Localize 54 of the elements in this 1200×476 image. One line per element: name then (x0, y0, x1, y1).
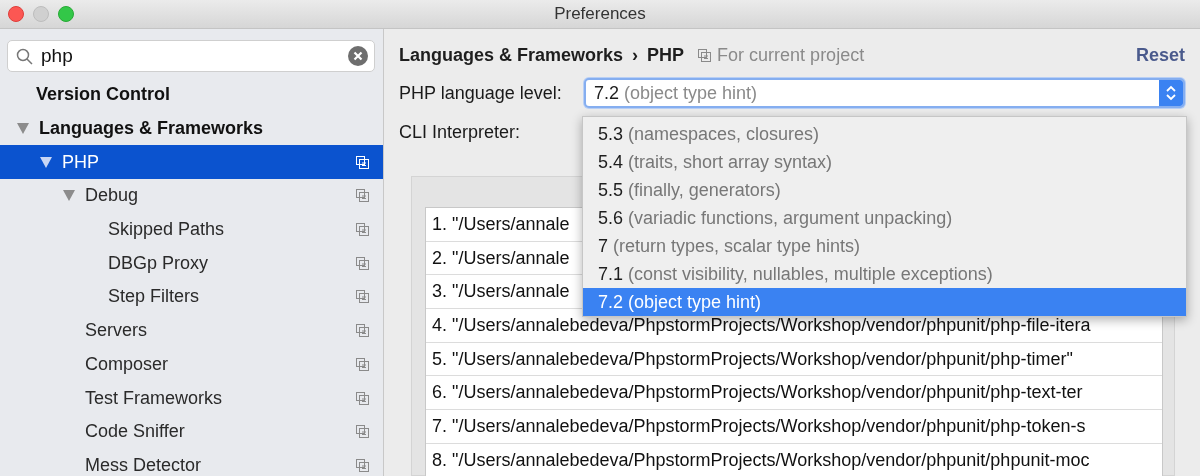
dropdown-option[interactable]: 7.2 (object type hint) (583, 288, 1186, 316)
dropdown-option[interactable]: 5.6 (variadic functions, argument unpacking) (583, 204, 1186, 232)
dropdown-option[interactable]: 7 (return types, scalar type hints) (583, 232, 1186, 260)
project-scope-icon (356, 223, 369, 237)
breadcrumb-parent: Languages & Frameworks (399, 44, 624, 66)
search-field[interactable]: php (7, 40, 375, 72)
project-scope-icon (356, 458, 369, 472)
tree-item[interactable]: Composer (0, 347, 383, 382)
tree-item[interactable]: PHP (0, 145, 383, 180)
dropdown-option[interactable]: 7.1 (const visibility, nullables, multiple exceptions) (583, 260, 1186, 288)
tree-item[interactable]: Test Frameworks (0, 381, 383, 415)
project-scope-icon (356, 357, 369, 371)
include-path-row[interactable]: 8. "/Users/annalebedeva/PhpstormProjects/Workshop/vendor/phpunit/phpunit-moc (426, 443, 1162, 476)
tree-item[interactable]: Skipped Paths (0, 212, 383, 247)
tree-item[interactable]: Code Sniffer (0, 414, 383, 449)
tree-item[interactable]: Debug (0, 179, 383, 213)
project-scope-icon (356, 155, 369, 169)
minimize-button[interactable] (33, 6, 49, 22)
project-scope-icon (356, 189, 369, 203)
stepper-icon (1165, 84, 1177, 102)
project-scope-icon (356, 256, 369, 270)
breadcrumb-separator: › (632, 44, 639, 66)
breadcrumb-current: PHP (647, 44, 685, 66)
include-path-row[interactable]: 7. "/Users/annalebedeva/PhpstormProjects/Workshop/vendor/phpunit/php-token-s (426, 410, 1162, 444)
field-label: PHP language level: (399, 82, 563, 104)
project-scope-icon (698, 48, 712, 62)
tree-item[interactable]: DBGp Proxy (0, 246, 383, 281)
close-button[interactable] (8, 6, 24, 22)
project-scope-icon (356, 290, 369, 304)
reset-link[interactable]: Reset (1135, 44, 1185, 66)
search-icon (16, 47, 33, 65)
language-level-dropdown[interactable]: 7.2 (object type hint) (584, 78, 1185, 108)
clear-icon[interactable] (348, 46, 368, 66)
project-scope-icon (356, 425, 369, 439)
window-title: Preferences (554, 4, 646, 23)
tree-item[interactable]: Mess Detector (0, 448, 383, 476)
zoom-button[interactable] (58, 6, 74, 22)
include-path-row[interactable]: 6. "/Users/annalebedeva/PhpstormProjects/Workshop/vendor/phpunit/php-text-ter (426, 376, 1162, 411)
expanded-arrow-icon[interactable] (40, 156, 52, 168)
tree-item[interactable]: Languages & Frameworks (0, 111, 383, 146)
dropdown-option[interactable]: 5.3 (namespaces, closures) (583, 120, 1186, 148)
project-scope-icon (356, 391, 369, 405)
project-scope-icon (356, 324, 369, 338)
expanded-arrow-icon[interactable] (63, 190, 75, 202)
search-input[interactable]: php (41, 44, 340, 68)
scope-label: For current project (717, 44, 865, 66)
tree-item[interactable]: Version Control (0, 78, 383, 112)
field-label: CLI Interpreter: (399, 122, 521, 142)
tree-item[interactable]: Servers (0, 313, 383, 348)
tree-item[interactable]: Step Filters (0, 280, 383, 314)
dropdown-option[interactable]: 5.4 (traits, short array syntax) (583, 148, 1186, 176)
include-path-row[interactable]: 5. "/Users/annalebedeva/PhpstormProjects/Workshop/vendor/phpunit/php-timer" (426, 342, 1162, 377)
expanded-arrow-icon[interactable] (17, 123, 29, 135)
dropdown-option[interactable]: 5.5 (finally, generators) (583, 176, 1186, 204)
